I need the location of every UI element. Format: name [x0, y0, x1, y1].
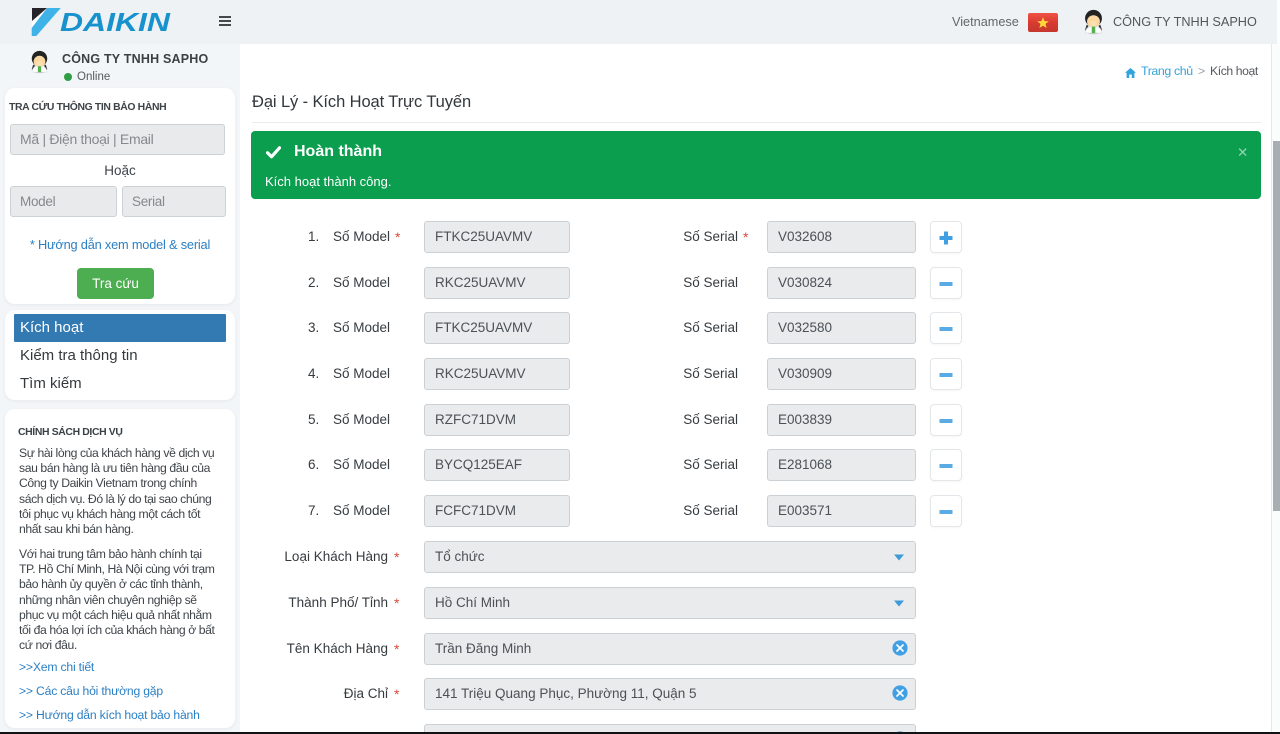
svg-text:DAIKIN: DAIKIN [60, 7, 171, 37]
